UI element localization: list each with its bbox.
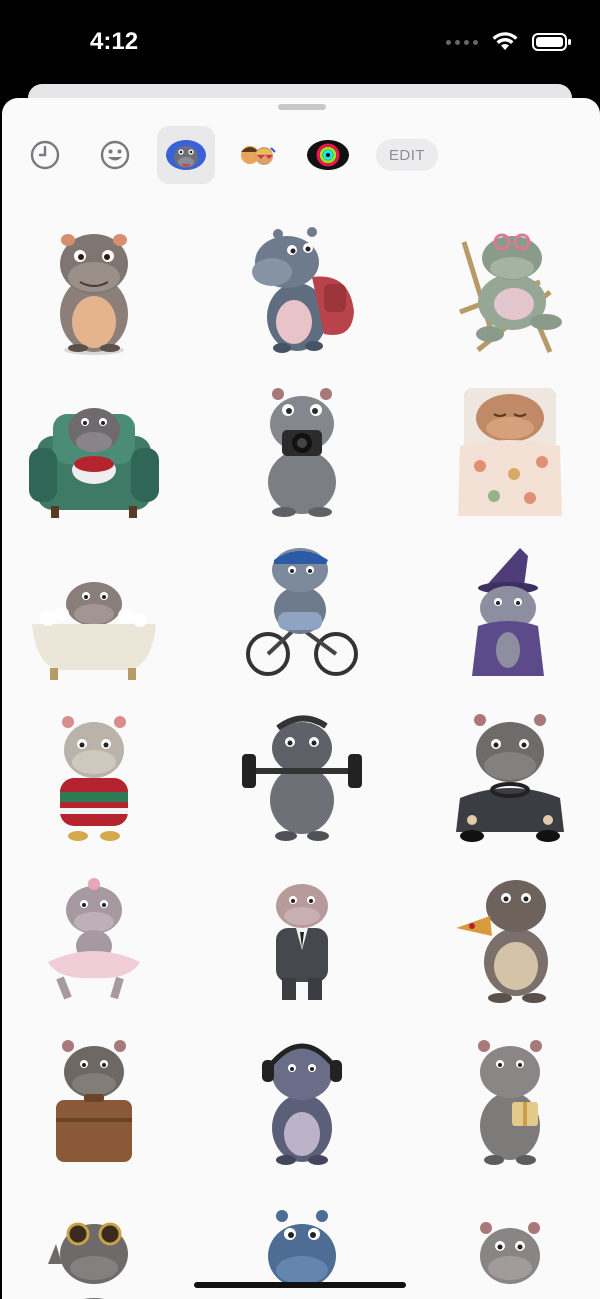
sticker-hippo-eating[interactable] [440,866,580,1006]
wifi-icon [492,32,518,52]
activity-rings-icon [307,140,349,170]
sticker-hippo-tutu[interactable] [24,866,164,1006]
emoji-tab[interactable] [86,126,144,184]
sticker-hippo-bicycle[interactable] [232,542,372,682]
smiley-icon [100,140,130,170]
sticker-hippo-car[interactable] [440,704,580,844]
sticker-hippo-beach-chair[interactable] [440,218,580,358]
sticker-sheet: EDIT [2,98,600,1299]
hippo-pack-tab[interactable] [157,126,215,184]
sticker-hippo-waving[interactable] [440,1190,580,1299]
sticker-hippo-suitcase[interactable] [24,1028,164,1168]
sticker-hippo-camera[interactable] [232,380,372,520]
home-indicator[interactable] [194,1282,406,1288]
status-bar: 4:12 [0,0,600,90]
edit-button[interactable]: EDIT [376,139,438,171]
sticker-hippo-suit[interactable] [232,866,372,1006]
clock-icon [30,140,60,170]
status-time: 4:12 [90,28,139,55]
recent-tab[interactable] [16,126,74,184]
battery-icon [532,32,572,52]
sticker-hippo-bathtub[interactable] [24,542,164,682]
memoji-tab[interactable] [228,126,286,184]
sticker-hippo-dumbbell[interactable] [232,704,372,844]
memoji-icon [241,146,276,165]
sheet-grabber[interactable] [278,104,326,110]
sticker-hippo-wizard[interactable] [440,542,580,682]
cellular-signal-icon [446,39,478,45]
sticker-hippo-backpack[interactable] [232,218,372,358]
sticker-hippo-headphones[interactable] [232,1028,372,1168]
activity-tab[interactable] [299,126,357,184]
sticker-hippo-in-bed[interactable] [440,380,580,520]
sticker-hippo-sweater[interactable] [24,704,164,844]
sticker-hippo-gift[interactable] [440,1028,580,1168]
status-icons [446,32,572,52]
sticker-toolbar: EDIT [2,126,600,184]
sticker-hippo-sunglasses[interactable] [24,1190,164,1299]
sticker-hippo-armchair-popcorn[interactable] [24,380,164,520]
sticker-hippo-standing[interactable] [24,218,164,358]
hippo-pack-icon [166,140,206,170]
